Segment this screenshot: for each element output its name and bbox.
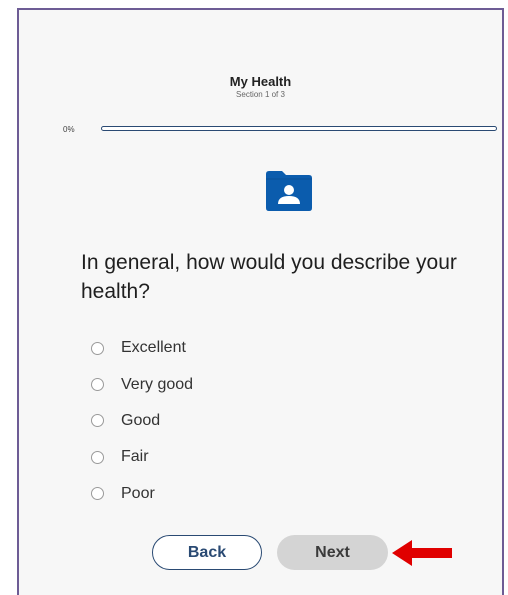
- option-poor[interactable]: Poor: [91, 476, 193, 512]
- back-button[interactable]: Back: [152, 535, 262, 570]
- radio-circle-icon[interactable]: [91, 414, 104, 428]
- survey-panel: My Health Section 1 of 3 0% In general, …: [17, 8, 504, 595]
- option-excellent[interactable]: Excellent: [91, 330, 193, 366]
- radio-circle-icon[interactable]: [91, 378, 104, 392]
- radio-circle-icon[interactable]: [91, 341, 104, 355]
- answer-options: Excellent Very good Good Fair Poor: [91, 330, 193, 512]
- progress-percent: 0%: [63, 125, 75, 134]
- radio-circle-icon[interactable]: [91, 487, 104, 501]
- progress-bar: [101, 126, 497, 131]
- question-text: In general, how would you describe your …: [81, 251, 457, 303]
- option-label: Good: [121, 411, 161, 429]
- option-label: Excellent: [121, 339, 186, 357]
- option-fair[interactable]: Fair: [91, 439, 193, 475]
- radio-circle-icon[interactable]: [91, 450, 104, 464]
- survey-title: My Health: [229, 74, 292, 89]
- option-label: Poor: [121, 484, 155, 502]
- section-indicator: Section 1 of 3: [236, 90, 285, 99]
- option-label: Very good: [121, 375, 194, 393]
- progress-row: 0%: [63, 124, 503, 136]
- folder-person-icon: [266, 171, 312, 211]
- red-arrow-left-icon: [392, 540, 452, 566]
- option-very-good[interactable]: Very good: [91, 366, 193, 402]
- next-button[interactable]: Next: [277, 535, 388, 570]
- option-good[interactable]: Good: [91, 403, 193, 439]
- survey-header: My Health Section 1 of 3: [19, 74, 502, 100]
- option-label: Fair: [121, 448, 149, 466]
